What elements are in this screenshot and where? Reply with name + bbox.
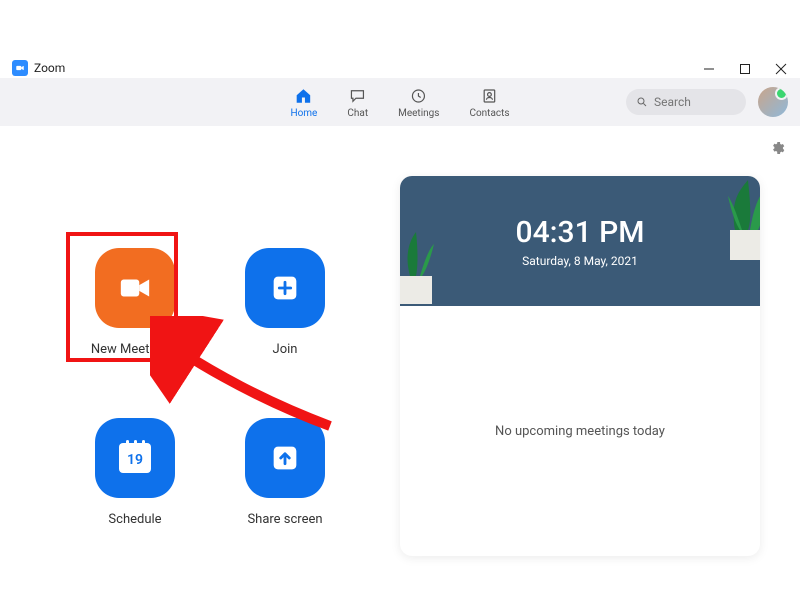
clock-time: 04:31 PM: [516, 215, 645, 250]
video-icon: [118, 271, 152, 305]
tab-chat[interactable]: Chat: [347, 85, 368, 119]
schedule-tile: 19 Schedule: [60, 418, 210, 588]
chat-icon: [349, 85, 367, 107]
nav-right: [626, 87, 788, 117]
clock-icon: [410, 85, 428, 107]
close-button[interactable]: [774, 62, 788, 76]
join-tile: Join: [210, 248, 360, 418]
minimize-button[interactable]: [702, 62, 716, 76]
plus-icon: [268, 271, 302, 305]
top-navbar: Home Chat Meetings Contacts: [0, 78, 800, 126]
zoom-logo-icon: [12, 60, 28, 76]
tab-label: Home: [290, 108, 317, 119]
share-screen-tile: Share screen: [210, 418, 360, 588]
tab-meetings[interactable]: Meetings: [398, 85, 439, 119]
window-titlebar: Zoom: [0, 0, 800, 78]
titlebar-left: Zoom: [12, 60, 65, 76]
tab-label: Meetings: [398, 108, 439, 119]
new-meeting-label-row[interactable]: New Meeting: [91, 342, 179, 357]
search-icon: [636, 96, 648, 108]
chevron-down-icon: [171, 342, 179, 357]
tile-label: Share screen: [247, 512, 322, 527]
tab-contacts[interactable]: Contacts: [469, 85, 509, 119]
tile-label: New Meeting: [91, 342, 167, 357]
main-content: New Meeting Join 19 Schedule: [0, 126, 800, 600]
calendar-day: 19: [127, 452, 143, 468]
search-box[interactable]: [626, 89, 746, 115]
search-input[interactable]: [654, 95, 724, 109]
contacts-icon: [481, 85, 499, 107]
decor-plant-icon: [680, 176, 760, 280]
user-avatar[interactable]: [758, 87, 788, 117]
tab-home[interactable]: Home: [290, 85, 317, 119]
nav-tabs: Home Chat Meetings Contacts: [290, 85, 509, 119]
share-screen-button[interactable]: [245, 418, 325, 498]
empty-state-text: No upcoming meetings today: [495, 424, 665, 439]
tile-label: Join: [273, 342, 298, 357]
decor-plant-icon: [400, 226, 442, 306]
tab-label: Chat: [347, 108, 368, 119]
panel-banner: 04:31 PM Saturday, 8 May, 2021: [400, 176, 760, 306]
home-icon: [295, 85, 313, 107]
panel-body: No upcoming meetings today: [400, 306, 760, 556]
upcoming-panel: 04:31 PM Saturday, 8 May, 2021 No upcomi…: [400, 176, 760, 556]
window-title: Zoom: [34, 61, 65, 75]
settings-button[interactable]: [770, 140, 786, 160]
action-tiles: New Meeting Join 19 Schedule: [60, 248, 360, 588]
tab-label: Contacts: [469, 108, 509, 119]
join-button[interactable]: [245, 248, 325, 328]
maximize-button[interactable]: [738, 62, 752, 76]
schedule-button[interactable]: 19: [95, 418, 175, 498]
window-controls: [702, 62, 788, 76]
new-meeting-tile: New Meeting: [60, 248, 210, 418]
clock-date: Saturday, 8 May, 2021: [522, 254, 638, 268]
tile-label: Schedule: [108, 512, 161, 527]
calendar-icon: 19: [119, 443, 151, 473]
new-meeting-button[interactable]: [95, 248, 175, 328]
upload-arrow-icon: [268, 441, 302, 475]
